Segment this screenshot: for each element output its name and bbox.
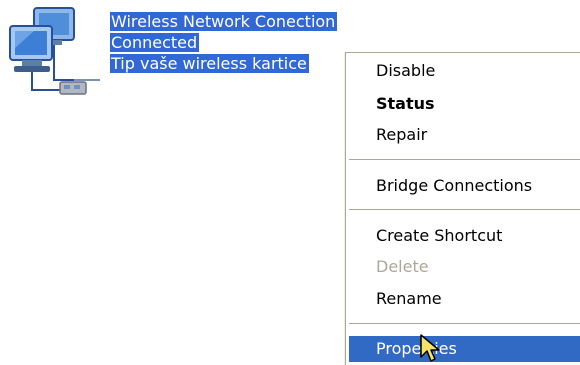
menu-item-status[interactable]: Status: [349, 91, 580, 117]
menu-item-rename[interactable]: Rename: [349, 286, 580, 312]
context-menu: Disable Status Repair Bridge Connections…: [345, 52, 580, 365]
connection-device-line: Tip vaše wireless kartice: [110, 53, 370, 74]
menu-item-bridge-connections[interactable]: Bridge Connections: [349, 173, 580, 199]
desktop-window: Wireless Network Conection Connected Tip…: [0, 0, 580, 365]
menu-item-repair[interactable]: Repair: [349, 122, 580, 148]
connection-status: Connected: [110, 33, 200, 52]
connection-status-line: Connected: [110, 32, 370, 53]
connection-device: Tip vaše wireless kartice: [110, 54, 309, 73]
mouse-pointer-icon: [420, 334, 440, 362]
menu-item-delete: Delete: [376, 257, 429, 276]
menu-separator: [349, 209, 580, 210]
menu-separator: [349, 323, 580, 324]
menu-item-properties[interactable]: Properties: [349, 336, 580, 362]
network-connection-icon[interactable]: [4, 6, 104, 102]
menu-item-disable[interactable]: Disable: [349, 58, 580, 84]
menu-separator: [349, 159, 580, 160]
menu-item-create-shortcut[interactable]: Create Shortcut: [349, 223, 580, 249]
connection-label[interactable]: Wireless Network Conection Connected Tip…: [110, 11, 370, 74]
connection-name-line: Wireless Network Conection: [110, 11, 370, 32]
connection-name: Wireless Network Conection: [110, 12, 338, 31]
